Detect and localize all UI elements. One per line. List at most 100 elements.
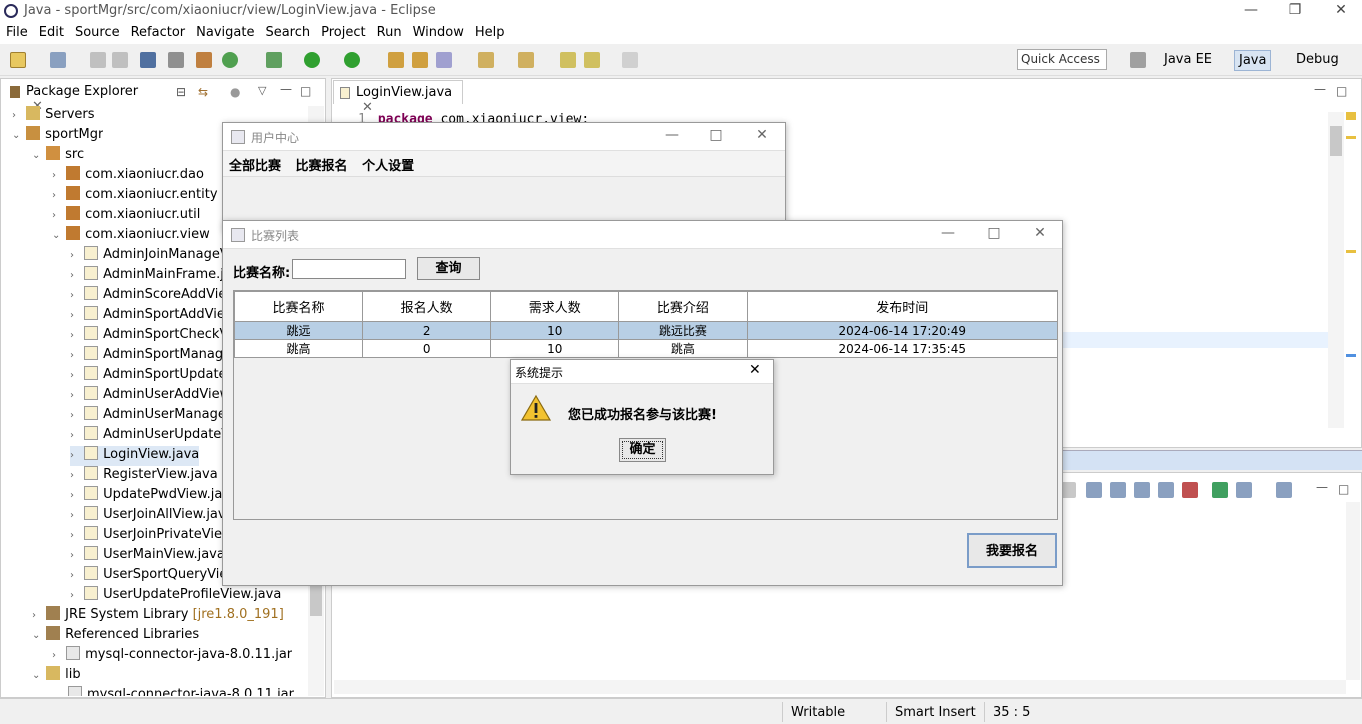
menu-search[interactable]: Search [259, 22, 315, 40]
save-all-icon[interactable] [112, 52, 128, 68]
tree-item-package-view[interactable]: ⌄ com.xiaoniucr.view [52, 226, 210, 246]
close-icon[interactable]: ✕ [747, 127, 777, 143]
maximize-console-icon[interactable]: □ [1338, 482, 1349, 496]
overview-marker[interactable] [1346, 354, 1356, 357]
tree-item-lib-jar[interactable]: mysql-connector-java-8.0.11.jar [68, 686, 294, 696]
dialog-close-icon[interactable]: ✕ [749, 362, 761, 378]
table-cell[interactable]: 2 [362, 321, 492, 340]
refresh-icon[interactable] [222, 52, 238, 68]
maximize-editor-icon[interactable]: □ [1336, 84, 1347, 98]
tree-item-java[interactable]: › UpdatePwdView.java [70, 486, 238, 506]
pin-console-icon[interactable] [1212, 482, 1228, 498]
editor-scroll-thumb[interactable] [1330, 126, 1342, 156]
menu-help[interactable]: Help [469, 22, 510, 40]
table-cell[interactable]: 2024-06-14 17:20:49 [746, 321, 1058, 340]
table-cell[interactable]: 10 [490, 339, 620, 358]
show-stderr-icon[interactable] [1182, 482, 1198, 498]
overview-marker[interactable] [1346, 136, 1356, 139]
menu-edit[interactable]: Edit [33, 22, 69, 40]
run-icon[interactable] [304, 52, 320, 68]
perspective-java[interactable]: Java [1234, 50, 1272, 71]
table-cell[interactable]: 10 [490, 321, 620, 340]
tree-item-project[interactable]: ⌄ sportMgr [12, 126, 103, 146]
open-type-icon[interactable] [388, 52, 404, 68]
next-annotation-icon[interactable] [478, 52, 494, 68]
menu-project[interactable]: Project [315, 22, 370, 40]
collapse-all-icon[interactable]: ⊟ [176, 85, 186, 99]
match-name-input[interactable] [292, 259, 406, 279]
open-console-icon[interactable] [1276, 482, 1292, 498]
tree-item-java[interactable]: › AdminMainFrame.java [70, 266, 247, 286]
signup-button[interactable]: 我要报名 [967, 533, 1057, 568]
column-header[interactable]: 比赛名称 [233, 291, 364, 322]
tree-item-java[interactable]: › RegisterView.java [70, 466, 218, 486]
minimize-icon[interactable]: — [1236, 2, 1266, 18]
close-icon[interactable]: ✕ [1025, 225, 1055, 241]
query-button[interactable]: 查询 [417, 257, 480, 280]
save-icon[interactable] [90, 52, 106, 68]
tree-item-java-selected[interactable]: › LoginView.java [70, 446, 200, 466]
debug-icon[interactable] [266, 52, 282, 68]
restore-icon[interactable]: ❐ [1280, 2, 1310, 18]
tree-item-package-util[interactable]: › com.xiaoniucr.util [52, 206, 200, 226]
quick-access-input[interactable]: Quick Access [1017, 49, 1107, 70]
build-icon[interactable] [196, 52, 212, 68]
package-explorer-tab[interactable]: Package Explorer ✕ [4, 80, 154, 114]
tree-item-servers[interactable]: › Servers [12, 106, 95, 126]
console-hscrollbar[interactable] [334, 680, 1346, 694]
table-row-selected[interactable]: 跳远 2 10 跳远比赛 2024-06-14 17:20:49 [233, 321, 1058, 340]
minimize-view-icon[interactable]: — [280, 82, 292, 96]
link-editor-icon[interactable]: ⇆ [198, 85, 208, 99]
menu-navigate[interactable]: Navigate [190, 22, 259, 40]
clear-console-icon[interactable] [1086, 482, 1102, 498]
tree-item-lib[interactable]: ⌄ lib [32, 666, 81, 686]
perspective-debug[interactable]: Debug [1292, 50, 1343, 69]
table-cell[interactable]: 跳高 [618, 339, 748, 358]
tree-item-src[interactable]: ⌄ src [32, 146, 84, 166]
new-wizard-icon[interactable] [50, 52, 66, 68]
tree-item-package-entity[interactable]: › com.xiaoniucr.entity [52, 186, 218, 206]
editor-tab[interactable]: LoginView.java ✕ [333, 80, 463, 115]
close-icon[interactable]: ✕ [1326, 2, 1356, 18]
editor-vscrollbar[interactable] [1328, 112, 1344, 428]
open-perspective-icon[interactable] [1130, 52, 1146, 68]
forward-icon[interactable] [622, 52, 638, 68]
table-row[interactable]: 跳高 0 10 跳高 2024-06-14 17:35:45 [233, 339, 1058, 358]
menu-personal-settings[interactable]: 个人设置 [362, 159, 414, 174]
focus-icon[interactable]: ● [230, 85, 240, 99]
maximize-icon[interactable]: □ [701, 127, 731, 143]
open-folder-icon[interactable] [412, 52, 428, 68]
tree-item-java[interactable]: › UserJoinAllView.java [70, 506, 234, 526]
menu-all-matches[interactable]: 全部比赛 [229, 159, 281, 174]
table-cell[interactable]: 跳远比赛 [618, 321, 748, 340]
minimize-icon[interactable]: — [933, 225, 963, 241]
run-external-icon[interactable] [344, 52, 360, 68]
maximize-view-icon[interactable]: □ [300, 84, 311, 98]
search-tool-icon[interactable] [436, 52, 452, 68]
perspective-java-ee[interactable]: Java EE [1160, 50, 1216, 69]
column-header[interactable]: 比赛介绍 [618, 291, 748, 322]
table-cell[interactable]: 跳高 [233, 339, 364, 358]
column-header[interactable]: 报名人数 [362, 291, 492, 322]
console-vscrollbar[interactable] [1346, 502, 1360, 680]
menu-source[interactable]: Source [69, 22, 125, 40]
table-cell[interactable]: 0 [362, 339, 492, 358]
menu-match-signup[interactable]: 比赛报名 [296, 159, 348, 174]
tree-item-ref-libs[interactable]: ⌄ Referenced Libraries [32, 626, 199, 646]
column-header[interactable]: 需求人数 [490, 291, 620, 322]
column-header[interactable]: 发布时间 [746, 291, 1058, 322]
minimize-icon[interactable]: — [657, 127, 687, 143]
last-edit-icon[interactable] [560, 52, 576, 68]
table-cell[interactable]: 2024-06-14 17:35:45 [746, 339, 1058, 358]
maximize-icon[interactable]: □ [979, 225, 1009, 241]
prev-annotation-icon[interactable] [518, 52, 534, 68]
tree-item-package-dao[interactable]: › com.xiaoniucr.dao [52, 166, 204, 186]
back-icon[interactable] [584, 52, 600, 68]
overview-marker[interactable] [1346, 250, 1356, 253]
word-wrap-icon[interactable] [1134, 482, 1150, 498]
show-stdout-icon[interactable] [1158, 482, 1174, 498]
overview-warning-marker[interactable] [1346, 112, 1356, 120]
tree-item-jre[interactable]: › JRE System Library [jre1.8.0_191] [32, 606, 284, 626]
skip-breakpoints-icon[interactable] [168, 52, 184, 68]
tree-item-java[interactable]: › UserMainView.java [70, 546, 225, 566]
